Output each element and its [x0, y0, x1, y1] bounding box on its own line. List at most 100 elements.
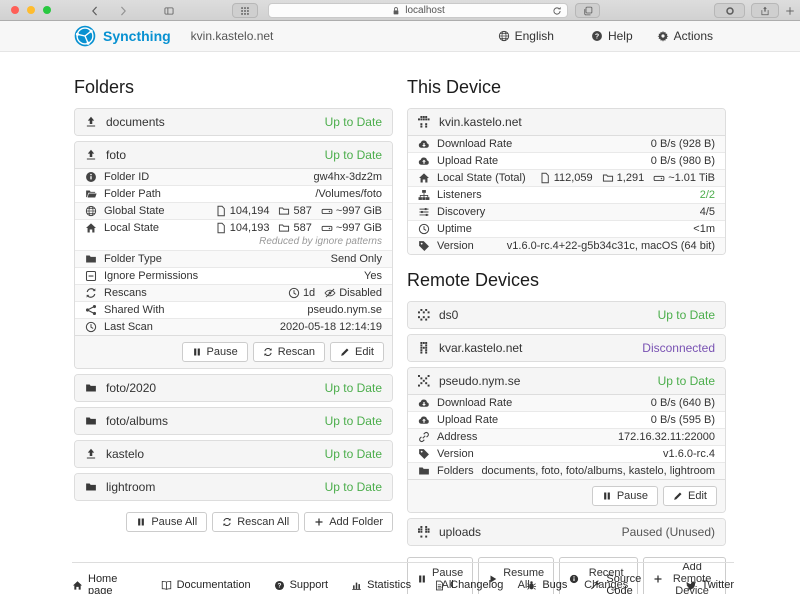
forward-button[interactable]	[118, 3, 128, 18]
rescan-all-button[interactable]: Rescan All	[212, 512, 299, 532]
pause-all-button[interactable]: Pause All	[126, 512, 207, 532]
share-button[interactable]	[751, 3, 779, 18]
app-navbar: Syncthing kvin.kastelo.net English?HelpA…	[0, 21, 800, 52]
sidebar-icon	[164, 6, 174, 16]
detail-row-listeners: Listeners2/2	[408, 186, 725, 203]
footer-link-statistics[interactable]: Statistics	[351, 573, 411, 594]
device-panel-ds0: ds0Up to Date	[407, 301, 726, 329]
detail-row-upload-rate: Upload Rate0 B/s (980 B)	[408, 152, 725, 169]
cloud-down-icon	[418, 138, 430, 150]
detail-label: Ignore Permissions	[104, 270, 198, 282]
cloud-up-icon	[418, 155, 430, 167]
status-text: Up to Date	[325, 148, 382, 162]
status-text: Up to Date	[325, 414, 382, 428]
clock-icon	[85, 321, 97, 333]
refresh-icon[interactable]	[552, 6, 562, 16]
page-footer: Home page Documentation ?Support Statistics…	[72, 562, 734, 594]
caret-down-icon	[718, 32, 726, 40]
detail-row-download-rate: Download Rate0 B/s (640 B)	[408, 395, 725, 411]
minus-square-icon	[85, 270, 97, 282]
pencil-icon	[673, 491, 683, 501]
folder-panel-foto-2020: foto/2020Up to Date	[74, 374, 393, 402]
tabs-icon	[583, 6, 593, 16]
folder-name: kastelo	[106, 447, 144, 461]
share-up-icon	[760, 6, 770, 16]
sidebar-toggle-button[interactable]	[164, 3, 174, 18]
device-identicon	[418, 342, 430, 354]
menu-actions[interactable]: Actions	[657, 29, 726, 43]
footer-link-changelog[interactable]: Changelog	[434, 573, 503, 594]
pause-button[interactable]: Pause	[182, 342, 248, 362]
detail-row-shared-with: Shared With pseudo.nym.se	[75, 301, 392, 318]
tab-overview-button[interactable]	[575, 3, 600, 18]
remote-devices-heading: Remote Devices	[407, 270, 726, 291]
detail-row-local-state: Local State104,193587~997 GiBReduced by …	[75, 219, 392, 250]
device-header-pseudo-nym-se[interactable]: pseudo.nym.seUp to Date	[408, 368, 725, 394]
extension-button[interactable]	[714, 3, 745, 18]
menu-help[interactable]: ?Help	[591, 29, 633, 43]
detail-note: Reduced by ignore patterns	[75, 236, 392, 250]
pause-button[interactable]: Pause	[592, 486, 658, 506]
close-window-button[interactable]	[11, 6, 19, 14]
detail-value: gw4hx-3dz2m	[314, 171, 382, 183]
detail-value: pseudo.nym.se	[307, 304, 382, 316]
detail-label: Discovery	[437, 206, 485, 218]
device-header-kvar-kastelo-net[interactable]: kvar.kastelo.netDisconnected	[408, 335, 725, 361]
tag-icon	[418, 448, 430, 460]
footer-link-bugs[interactable]: Bugs	[526, 573, 567, 594]
gear-icon	[657, 30, 669, 42]
folder-header-foto[interactable]: fotoUp to Date	[75, 142, 392, 168]
folder-header-kastelo[interactable]: kasteloUp to Date	[75, 441, 392, 467]
detail-label: Folder ID	[104, 171, 149, 183]
minimize-window-button[interactable]	[27, 6, 35, 14]
detail-label: Shared With	[104, 304, 165, 316]
device-header-uploads[interactable]: uploadsPaused (Unused)	[408, 519, 725, 545]
chevron-left-icon	[90, 6, 100, 16]
folder-header-foto-albums[interactable]: foto/albumsUp to Date	[75, 408, 392, 434]
rescan-button[interactable]: Rescan	[253, 342, 325, 362]
svg-text:?: ?	[277, 582, 281, 589]
this-device-header[interactable]: kvin.kastelo.net	[408, 109, 725, 135]
device-name: uploads	[439, 525, 481, 539]
browser-toolbar: localhost	[0, 0, 800, 21]
file-icon	[539, 172, 551, 184]
device-panel-uploads: uploadsPaused (Unused)	[407, 518, 726, 546]
add-folder-button[interactable]: Add Folder	[304, 512, 393, 532]
menu-english[interactable]: English	[498, 29, 567, 43]
footer-link-support[interactable]: ?Support	[274, 573, 329, 594]
back-button[interactable]	[90, 3, 100, 18]
folder-header-documents[interactable]: documentsUp to Date	[75, 109, 392, 135]
detail-label: Folder Type	[104, 253, 162, 265]
detail-value: <1m	[693, 223, 715, 235]
folder-icon	[418, 465, 430, 477]
question-solid-icon: ?	[274, 580, 285, 591]
detail-label: Rescans	[104, 287, 147, 299]
tab-groups-button[interactable]	[232, 3, 258, 18]
footer-link-twitter[interactable]: Twitter	[686, 573, 734, 594]
detail-row-folder-path: Folder Path/Volumes/foto	[75, 185, 392, 202]
detail-row-version: Versionv1.6.0-rc.4	[408, 445, 725, 462]
footer-link-documentation[interactable]: Documentation	[161, 573, 251, 594]
this-device-panel: kvin.kastelo.netDownload Rate0 B/s (928 …	[407, 108, 726, 255]
file-icon	[215, 222, 227, 234]
folder-header-lightroom[interactable]: lightroomUp to Date	[75, 474, 392, 500]
new-tab-button[interactable]	[782, 3, 798, 18]
home-icon	[418, 172, 430, 184]
edit-button[interactable]: Edit	[663, 486, 717, 506]
folder-icon	[85, 415, 97, 427]
globe-icon	[498, 30, 510, 42]
footer-link-home-page[interactable]: Home page	[72, 573, 138, 594]
detail-label: Upload Rate	[437, 414, 498, 426]
zoom-window-button[interactable]	[43, 6, 51, 14]
detail-value: v1.6.0-rc.4	[663, 448, 715, 460]
detail-row-local-state-total: Local State (Total)112,0591,291~1.01 TiB	[408, 169, 725, 186]
footer-link-source-code[interactable]: Source Code	[590, 573, 662, 594]
folder-name: foto/2020	[106, 381, 156, 395]
folder-header-foto-2020[interactable]: foto/2020Up to Date	[75, 375, 392, 401]
devices-column: This Device kvin.kastelo.netDownload Rat…	[407, 77, 726, 594]
device-header-ds0[interactable]: ds0Up to Date	[408, 302, 725, 328]
link-icon	[418, 431, 430, 443]
device-panel-kvar-kastelo-net: kvar.kastelo.netDisconnected	[407, 334, 726, 362]
address-bar[interactable]: localhost	[268, 3, 568, 18]
edit-button[interactable]: Edit	[330, 342, 384, 362]
